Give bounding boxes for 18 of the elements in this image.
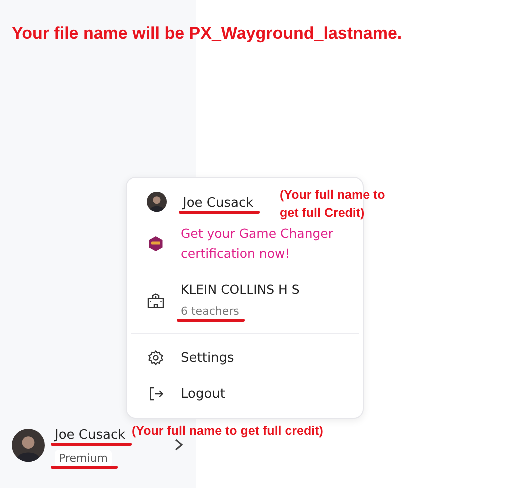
annotation-text: (Your full name to get full credit)	[132, 424, 324, 438]
settings-button[interactable]: Settings	[127, 340, 363, 376]
annotation-text: (Your full name to get full Credit)	[280, 187, 386, 222]
teacher-count: 6 teachers	[181, 305, 240, 318]
avatar-icon	[12, 428, 45, 462]
gear-icon	[147, 349, 165, 367]
school-name: KLEIN COLLINS H S	[181, 282, 300, 297]
user-name: Joe Cusack	[55, 428, 126, 443]
avatar-icon	[147, 192, 167, 212]
annotation-text: Your file name will be PX_Wayground_lastname.	[12, 24, 402, 44]
badge-icon	[147, 235, 165, 253]
logout-button[interactable]: Logout	[127, 376, 363, 412]
logout-icon	[147, 385, 165, 403]
school-icon	[147, 292, 165, 310]
chevron-right-icon	[174, 438, 184, 452]
user-name: Joe Cusack	[183, 196, 254, 211]
plan-badge: Premium	[55, 450, 112, 467]
promo-link[interactable]: Get your Game Changer certification now!	[181, 224, 343, 264]
